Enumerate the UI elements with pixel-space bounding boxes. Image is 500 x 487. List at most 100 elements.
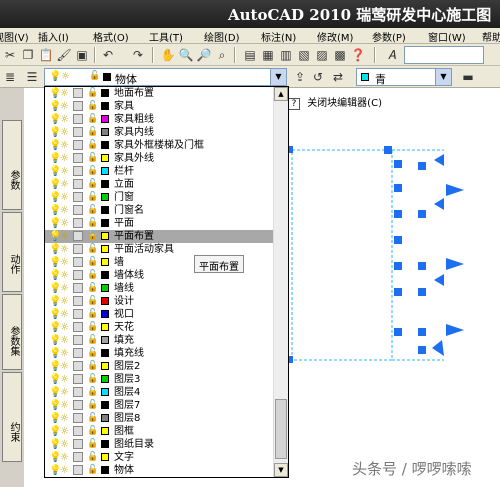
viewport-freeze-icon[interactable] — [73, 244, 83, 254]
lightbulb-icon[interactable]: 💡 — [49, 321, 61, 334]
menu-dimension[interactable]: 标注(N) — [261, 29, 296, 44]
layer-row[interactable]: 💡 ☼ 🔓 图层7 — [45, 399, 273, 412]
lightbulb-icon[interactable]: 💡 — [49, 373, 61, 386]
lock-icon[interactable]: 🔓 — [87, 178, 98, 191]
lock-icon[interactable]: 🔓 — [87, 217, 98, 230]
sun-icon[interactable]: ☼ — [60, 139, 70, 152]
sun-icon[interactable]: ☼ — [60, 451, 70, 464]
viewport-freeze-icon[interactable] — [73, 426, 83, 436]
menu-tools[interactable]: 工具(T) — [149, 29, 183, 44]
lock-icon[interactable]: 🔓 — [87, 87, 98, 100]
lock-icon[interactable]: 🔓 — [87, 295, 98, 308]
tab-constraints[interactable]: 约束 — [2, 372, 22, 462]
viewport-freeze-icon[interactable] — [73, 101, 83, 111]
lock-icon[interactable]: 🔓 — [87, 100, 98, 113]
viewport-freeze-icon[interactable] — [73, 309, 83, 319]
viewport-freeze-icon[interactable] — [73, 374, 83, 384]
close-block-editor-button[interactable]: 关闭块编辑器(C) — [307, 98, 382, 109]
lock-icon[interactable]: 🔓 — [87, 308, 98, 321]
grip-square[interactable] — [394, 262, 402, 270]
layer-row[interactable]: 💡 ☼ 🔓 设计 — [45, 295, 273, 308]
lightbulb-icon[interactable]: 💡 — [49, 126, 61, 139]
lock-icon[interactable]: 🔓 — [87, 152, 98, 165]
lightbulb-icon[interactable]: 💡 — [49, 425, 61, 438]
lock-icon[interactable]: 🔓 — [87, 399, 98, 412]
lock-icon[interactable]: 🔓 — [87, 412, 98, 425]
layer-manager-icon[interactable]: ≣ — [2, 69, 18, 85]
sun-icon[interactable]: ☼ — [60, 334, 70, 347]
copy-icon[interactable]: ❐ — [20, 47, 36, 63]
viewport-freeze-icon[interactable] — [73, 140, 83, 150]
lock-icon[interactable]: 🔓 — [87, 347, 98, 360]
lightbulb-icon[interactable]: 💡 — [49, 243, 61, 256]
text-style-icon[interactable]: 𝐴 — [384, 47, 400, 63]
viewport-freeze-icon[interactable] — [73, 192, 83, 202]
sun-icon[interactable]: ☼ — [60, 100, 70, 113]
lock-icon[interactable]: 🔓 — [87, 373, 98, 386]
lightbulb-icon[interactable]: 💡 — [49, 360, 61, 373]
lock-icon[interactable]: 🔓 — [87, 191, 98, 204]
lightbulb-icon[interactable]: 💡 — [49, 308, 61, 321]
sun-icon[interactable]: ☼ — [60, 412, 70, 425]
viewport-freeze-icon[interactable] — [73, 283, 83, 293]
sun-icon[interactable]: ☼ — [60, 204, 70, 217]
lightbulb-icon[interactable]: 💡 — [49, 191, 61, 204]
tool-palettes-icon[interactable]: ▥ — [278, 47, 294, 63]
tab-actions[interactable]: 动作 — [2, 212, 22, 292]
grip-square[interactable] — [418, 262, 426, 270]
lock-icon[interactable]: 🔓 — [87, 451, 98, 464]
layer-row[interactable]: 💡 ☼ 🔓 平面 — [45, 217, 273, 230]
lightbulb-icon[interactable]: 💡 — [49, 139, 61, 152]
menu-modify[interactable]: 修改(M) — [317, 29, 353, 44]
grip-square[interactable] — [394, 328, 402, 336]
lightbulb-icon[interactable]: 💡 — [49, 334, 61, 347]
lightbulb-icon[interactable]: 💡 — [49, 438, 61, 451]
grip-square[interactable] — [394, 236, 402, 244]
stretch-arrow[interactable] — [446, 184, 464, 196]
sun-icon[interactable]: ☼ — [60, 321, 70, 334]
lightbulb-icon[interactable]: 💡 — [49, 165, 61, 178]
properties-icon[interactable]: ▤ — [242, 47, 258, 63]
menu-format[interactable]: 格式(O) — [93, 29, 129, 44]
layer-row[interactable]: 💡 ☼ 🔓 家具 — [45, 100, 273, 113]
grip-square[interactable] — [418, 346, 426, 354]
sun-icon[interactable]: ☼ — [60, 126, 70, 139]
layer-row[interactable]: 💡 ☼ 🔓 立面 — [45, 178, 273, 191]
match-properties-icon[interactable]: 🖌 — [56, 47, 72, 63]
lightbulb-icon[interactable]: 💡 — [49, 269, 61, 282]
zoom-window-icon[interactable]: 🔎 — [196, 47, 212, 63]
viewport-freeze-icon[interactable] — [73, 270, 83, 280]
layer-row[interactable]: 💡 ☼ 🔓 图纸目录 — [45, 438, 273, 451]
viewport-freeze-icon[interactable] — [73, 179, 83, 189]
color-combo[interactable]: 青 ▼ — [356, 68, 452, 86]
sun-icon[interactable]: ☼ — [60, 217, 70, 230]
lock-icon[interactable]: 🔓 — [87, 425, 98, 438]
sheet-set-icon[interactable]: ▧ — [296, 47, 312, 63]
viewport-freeze-icon[interactable] — [73, 114, 83, 124]
undo-icon[interactable]: ↶ — [100, 47, 116, 63]
layer-row[interactable]: 💡 ☼ 🔓 图层2 — [45, 360, 273, 373]
grip-square[interactable] — [418, 288, 426, 296]
lock-icon[interactable]: 🔓 — [87, 126, 98, 139]
layer-row[interactable]: 💡 ☼ 🔓 填充 — [45, 334, 273, 347]
lock-icon[interactable]: 🔓 — [87, 386, 98, 399]
design-center-icon[interactable]: ▦ — [260, 47, 276, 63]
viewport-freeze-icon[interactable] — [73, 205, 83, 215]
sun-icon[interactable]: ☼ — [60, 295, 70, 308]
flip-arrow[interactable] — [432, 340, 444, 356]
lock-icon[interactable]: 🔓 — [87, 243, 98, 256]
lightbulb-icon[interactable]: 💡 — [49, 399, 61, 412]
lightbulb-icon[interactable]: 💡 — [49, 87, 61, 100]
sun-icon[interactable]: ☼ — [60, 464, 70, 477]
lightbulb-icon[interactable]: 💡 — [49, 100, 61, 113]
tab-parameter-sets[interactable]: 参数集 — [2, 294, 22, 370]
scroll-up-icon[interactable]: ▲ — [274, 87, 288, 101]
lightbulb-icon[interactable]: 💡 — [49, 152, 61, 165]
sun-icon[interactable]: ☼ — [60, 360, 70, 373]
viewport-freeze-icon[interactable] — [73, 439, 83, 449]
text-style-combo[interactable] — [404, 46, 484, 64]
sun-icon[interactable]: ☼ — [60, 386, 70, 399]
lightbulb-icon[interactable]: 💡 — [49, 178, 61, 191]
layer-previous-icon[interactable]: ↺ — [310, 69, 326, 85]
menu-parameter[interactable]: 参数(P) — [372, 29, 406, 44]
